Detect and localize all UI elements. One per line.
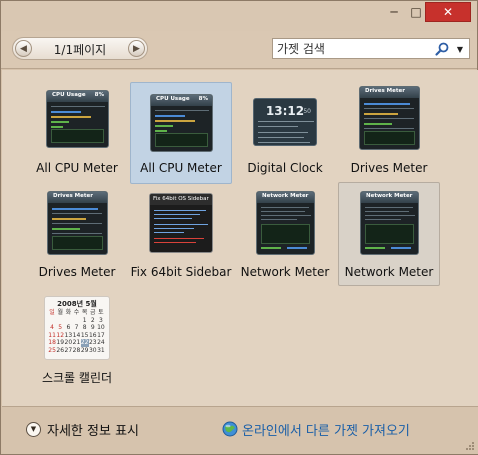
thumb-title: Drives Meter bbox=[53, 193, 93, 199]
resize-grip-icon[interactable] bbox=[465, 441, 475, 451]
thumb-title: CPU Usage bbox=[156, 96, 190, 102]
thumb-title: 2008년 5월 bbox=[57, 300, 97, 308]
thumb-title: Fix 64bit OS Sidebar bbox=[153, 196, 209, 202]
chevron-down-icon[interactable]: ▼ bbox=[453, 41, 467, 57]
gadget-tile-all-cpu-meter-2[interactable]: CPU Usage 8% All CPU Meter bbox=[130, 82, 232, 184]
close-button[interactable]: ✕ bbox=[425, 2, 471, 22]
gadget-tile-scroll-calendar[interactable]: 2008년 5월 일월화수목금토 123 4 5 6 7 8 9 10 11 12 13 14 15… bbox=[26, 290, 128, 392]
gadget-tile-fix-64bit-sidebar[interactable]: Fix 64bit OS Sidebar Fix 64bit Sidebar bbox=[130, 186, 232, 288]
chevron-down-circle-icon[interactable]: ▼ bbox=[26, 421, 41, 437]
drives-meter-thumbnail: Drives Meter bbox=[359, 86, 420, 150]
thumb-title: Drives Meter bbox=[365, 88, 405, 94]
page-navigator: ◀ 1/1페이지 ▶ bbox=[12, 37, 148, 60]
gadget-gallery-window: ─ □ ✕ ◀ 1/1페이지 ▶ ▼ CPU Usage 8% bbox=[0, 0, 478, 455]
globe-icon bbox=[222, 421, 238, 437]
gadget-tile-network-meter-1[interactable]: Network Meter Network Meter bbox=[234, 186, 336, 288]
toolbar: ◀ 1/1페이지 ▶ ▼ bbox=[1, 31, 477, 69]
gadget-label: Network Meter bbox=[344, 265, 434, 279]
thumb-value: 8% bbox=[198, 96, 208, 102]
chevron-right-icon[interactable]: ▶ bbox=[128, 40, 145, 57]
cpu-meter-thumbnail: CPU Usage 8% bbox=[150, 94, 213, 152]
get-more-gadgets-online-link[interactable]: 온라인에서 다른 가젯 가져오기 bbox=[222, 419, 410, 439]
thumb-title: Network Meter bbox=[262, 193, 309, 199]
footer: ▼ 자세한 정보 표시 온라인에서 다른 가젯 가져오기 bbox=[2, 406, 478, 454]
thumb-title: Network Meter bbox=[366, 193, 413, 199]
gadget-tile-digital-clock[interactable]: 13:12 50 Digital Clock bbox=[234, 82, 336, 184]
page-indicator: 1/1페이지 bbox=[53, 43, 107, 57]
network-meter-thumbnail: Network Meter bbox=[360, 191, 419, 255]
calendar-thumbnail: 2008년 5월 일월화수목금토 123 4 5 6 7 8 9 10 11 12 13 14 15… bbox=[44, 296, 110, 360]
search-box: ▼ bbox=[272, 38, 470, 59]
gadget-label: 스크롤 캘린더 bbox=[41, 371, 113, 385]
gadget-gallery: CPU Usage 8% All CPU Meter CPU Usage 8% bbox=[2, 70, 478, 406]
gadget-tile-all-cpu-meter-1[interactable]: CPU Usage 8% All CPU Meter bbox=[26, 82, 128, 184]
minimize-button[interactable]: ─ bbox=[381, 2, 407, 22]
gadget-tile-network-meter-2[interactable]: Network Meter Network Meter bbox=[338, 182, 440, 286]
show-details-button[interactable]: ▼ 자세한 정보 표시 bbox=[26, 419, 139, 439]
gadget-label: Drives Meter bbox=[350, 161, 428, 175]
calendar-grid: 일월화수목금토 123 4 5 6 7 8 9 10 11 12 13 14 15 16 17 18 19… bbox=[48, 309, 105, 354]
search-icon[interactable] bbox=[434, 41, 450, 57]
drives-meter-thumbnail: Drives Meter bbox=[47, 191, 108, 255]
thumb-title: CPU Usage bbox=[52, 92, 86, 98]
fix-sidebar-thumbnail: Fix 64bit OS Sidebar bbox=[149, 193, 213, 253]
maximize-button[interactable]: □ bbox=[407, 2, 425, 22]
cpu-meter-thumbnail: CPU Usage 8% bbox=[46, 90, 109, 148]
title-bar[interactable]: ─ □ ✕ bbox=[1, 1, 477, 31]
clock-seconds: 50 bbox=[303, 108, 311, 115]
thumb-value: 8% bbox=[94, 92, 104, 98]
search-input[interactable] bbox=[277, 40, 427, 57]
gadget-tile-drives-meter-1[interactable]: Drives Meter Drives Meter bbox=[338, 82, 440, 184]
gadget-tile-drives-meter-2[interactable]: Drives Meter Drives Meter bbox=[26, 186, 128, 288]
network-meter-thumbnail: Network Meter bbox=[256, 191, 315, 255]
show-details-label: 자세한 정보 표시 bbox=[47, 423, 139, 439]
get-more-gadgets-label: 온라인에서 다른 가젯 가져오기 bbox=[242, 423, 410, 439]
digital-clock-thumbnail: 13:12 50 bbox=[253, 98, 317, 146]
chevron-left-icon[interactable]: ◀ bbox=[15, 40, 32, 57]
